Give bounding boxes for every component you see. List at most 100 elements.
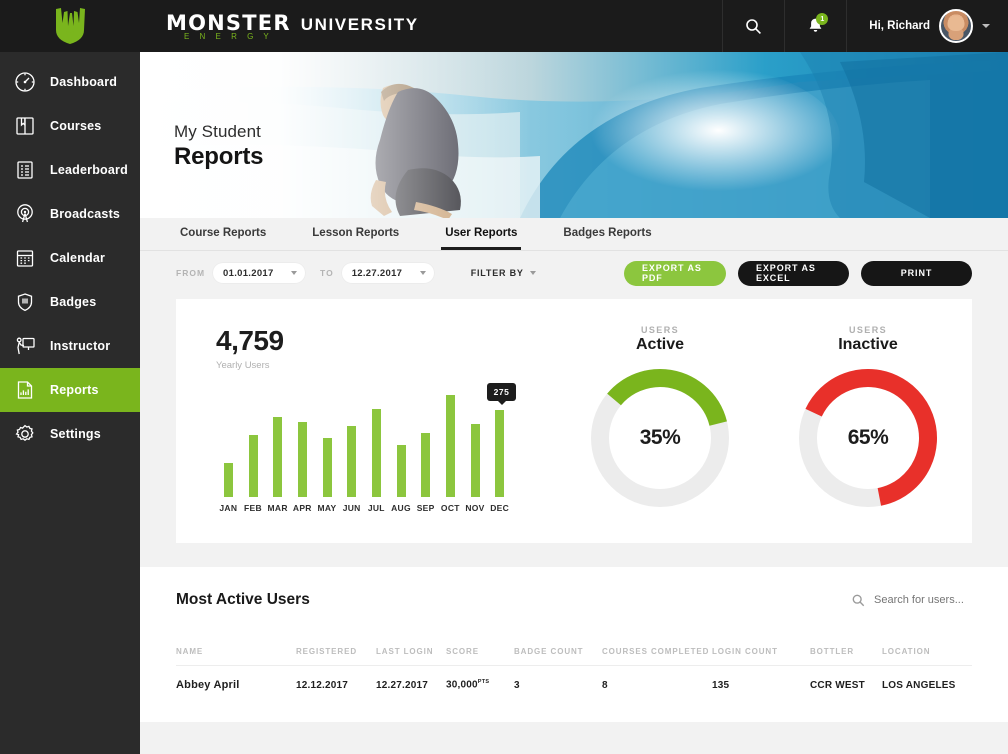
column-header-name: NAME bbox=[176, 647, 204, 656]
topbar-right: 1 Hi, Richard bbox=[722, 0, 1008, 52]
column-header-score: SCORE bbox=[446, 647, 479, 656]
donut-chart: 35% bbox=[586, 364, 734, 512]
xtick-apr: APR bbox=[292, 503, 312, 513]
bar-aug[interactable] bbox=[396, 444, 406, 497]
notifications-button[interactable]: 1 bbox=[784, 0, 846, 52]
sidebar-item-label: Calendar bbox=[50, 251, 106, 265]
date-from-select[interactable]: 01.01.2017 bbox=[212, 262, 307, 284]
calendar-icon bbox=[14, 247, 36, 269]
xtick-may: MAY bbox=[317, 503, 337, 513]
sidebar-item-label: Courses bbox=[50, 119, 102, 133]
hero-banner: My Student Reports bbox=[140, 52, 1008, 218]
sidebar-item-badges[interactable]: Badges bbox=[0, 280, 140, 324]
tab-bar: Course Reports Lesson Reports User Repor… bbox=[140, 218, 1008, 251]
most-active-users-section: Most Active Users NAME REGISTERED LAST L… bbox=[140, 567, 1008, 722]
yearly-users-total: 4,759 bbox=[216, 325, 284, 356]
cell-bottler: CCR WEST bbox=[810, 679, 865, 691]
user-greeting: Hi, Richard bbox=[869, 20, 930, 32]
column-header-courses-completed: COURSES COMPLETED bbox=[602, 647, 710, 656]
cell-badge-count: 3 bbox=[514, 679, 520, 691]
donut-title: Active bbox=[635, 336, 685, 353]
table-header: Most Active Users bbox=[176, 567, 972, 609]
filter-by-dropdown[interactable]: FILTER BY bbox=[471, 268, 536, 278]
donut-inactive: USERS Inactive 65% bbox=[764, 299, 972, 543]
print-button[interactable]: PRINT bbox=[861, 260, 972, 286]
search-icon bbox=[746, 18, 762, 34]
bar-sep[interactable] bbox=[421, 432, 431, 497]
date-to-value: 12.27.2017 bbox=[351, 267, 403, 279]
table-column-headers: NAME REGISTERED LAST LOGIN SCORE BADGE C… bbox=[176, 647, 972, 666]
xtick-dec: DEC bbox=[490, 503, 510, 513]
chevron-down-icon bbox=[419, 271, 426, 275]
date-to-select[interactable]: 12.27.2017 bbox=[340, 262, 435, 284]
broadcast-icon bbox=[14, 203, 36, 225]
report-card: 4,759 Yearly Users 275 JAN FEB MAR APR MAY JU… bbox=[176, 299, 972, 543]
column-header-bottler: BOTTLER bbox=[810, 647, 855, 656]
sidebar-item-label: Leaderboard bbox=[50, 163, 128, 177]
tab-lesson-reports[interactable]: Lesson Reports bbox=[308, 218, 403, 250]
tab-badges-reports[interactable]: Badges Reports bbox=[559, 218, 655, 250]
donut-panel: USERS Active 35% USERS Inactive 65% bbox=[556, 299, 972, 543]
tab-course-reports[interactable]: Course Reports bbox=[176, 218, 270, 250]
bar-feb[interactable] bbox=[248, 435, 258, 497]
search-button[interactable] bbox=[722, 0, 784, 52]
user-menu[interactable]: Hi, Richard bbox=[846, 0, 1008, 52]
sidebar-item-dashboard[interactable]: Dashboard bbox=[0, 60, 140, 104]
cell-login-count: 135 bbox=[712, 679, 730, 691]
bar-apr[interactable] bbox=[297, 422, 307, 497]
sidebar-item-label: Dashboard bbox=[50, 75, 118, 89]
main-area: MONSTER E N E R G Y UNIVERSITY 1 Hi, Ric… bbox=[140, 0, 1008, 754]
bar-jul[interactable] bbox=[371, 408, 381, 497]
xtick-nov: NOV bbox=[465, 503, 485, 513]
bar-mar[interactable] bbox=[273, 416, 283, 497]
bar-jun[interactable] bbox=[347, 426, 357, 497]
book-icon bbox=[14, 115, 36, 137]
donut-percent: 65% bbox=[847, 426, 889, 449]
sidebar-item-reports[interactable]: Reports bbox=[0, 368, 140, 412]
chevron-down-icon bbox=[529, 271, 536, 275]
sidebar-item-label: Settings bbox=[50, 427, 101, 441]
hero-gradient-overlay bbox=[140, 52, 1008, 218]
xtick-jul: JUL bbox=[367, 503, 385, 513]
brand-university-text: UNIVERSITY bbox=[300, 15, 419, 34]
export-pdf-button[interactable]: EXPORT AS PDF bbox=[624, 260, 726, 286]
score-unit: PTS bbox=[477, 679, 490, 686]
donut-chart: 65% bbox=[794, 364, 942, 512]
sidebar-item-courses[interactable]: Courses bbox=[0, 104, 140, 148]
sidebar-item-broadcasts[interactable]: Broadcasts bbox=[0, 192, 140, 236]
sidebar: Dashboard Courses Leaderboard Broadcasts… bbox=[0, 0, 140, 754]
donut-active: USERS Active 35% bbox=[556, 299, 764, 543]
bar-dec[interactable] bbox=[495, 410, 505, 497]
gear-icon bbox=[14, 423, 36, 445]
page-title: Reports bbox=[174, 143, 264, 170]
column-header-badge-count: BADGE COUNT bbox=[514, 647, 584, 656]
bar-oct[interactable] bbox=[445, 394, 455, 497]
sidebar-logo[interactable] bbox=[0, 0, 140, 52]
sidebar-item-settings[interactable]: Settings bbox=[0, 412, 140, 456]
chevron-down-icon bbox=[982, 24, 990, 28]
tab-user-reports[interactable]: User Reports bbox=[441, 218, 522, 250]
bar-chart-bars: 275 bbox=[216, 383, 517, 497]
column-header-location: LOCATION bbox=[882, 647, 931, 656]
export-excel-button[interactable]: EXPORT AS EXCEL bbox=[738, 260, 849, 286]
sidebar-item-label: Instructor bbox=[50, 339, 111, 353]
yearly-users-caption: Yearly Users bbox=[216, 360, 270, 371]
sidebar-item-instructor[interactable]: Instructor bbox=[0, 324, 140, 368]
user-search[interactable] bbox=[852, 594, 972, 607]
cell-name: Abbey April bbox=[176, 679, 240, 691]
cell-registered: 12.12.2017 bbox=[296, 679, 349, 691]
app-root: Dashboard Courses Leaderboard Broadcasts… bbox=[0, 0, 1008, 754]
bar-nov[interactable] bbox=[470, 423, 480, 497]
list-icon bbox=[14, 159, 36, 181]
xtick-feb: FEB bbox=[244, 503, 262, 513]
table-row[interactable]: Abbey April 12.12.2017 12.27.2017 30,000… bbox=[176, 666, 972, 704]
donut-caption: USERS bbox=[848, 325, 887, 335]
bar-jan[interactable] bbox=[223, 463, 233, 497]
sidebar-item-label: Reports bbox=[50, 383, 99, 397]
sidebar-item-leaderboard[interactable]: Leaderboard bbox=[0, 148, 140, 192]
search-input[interactable] bbox=[874, 594, 972, 606]
bar-may[interactable] bbox=[322, 438, 332, 497]
xtick-mar: MAR bbox=[267, 503, 288, 513]
sidebar-item-calendar[interactable]: Calendar bbox=[0, 236, 140, 280]
instructor-icon bbox=[14, 335, 36, 357]
